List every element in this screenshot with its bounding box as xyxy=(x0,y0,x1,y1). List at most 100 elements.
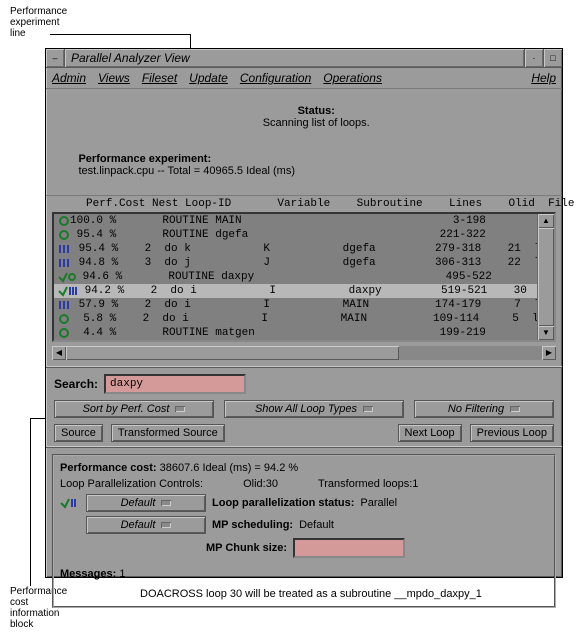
sort-menu[interactable]: Sort by Perf. Cost xyxy=(54,400,214,418)
table-row[interactable]: 95.4 % 2 do k K dgefa 279-318 21 linpack… xyxy=(54,242,537,256)
main-window: – Parallel Analyzer View · □ Admin Views… xyxy=(45,48,563,578)
table-row-text: 5.8 % 2 do i I MAIN 109-114 5 linpackd.f xyxy=(70,312,537,326)
messages-count: 1 xyxy=(119,568,125,580)
check-blue-icon xyxy=(58,284,78,298)
menu-update[interactable]: Update xyxy=(189,71,228,85)
circle-green-icon xyxy=(58,228,70,242)
chunk-label: MP Chunk size: xyxy=(206,542,287,554)
parallel-status-menu[interactable]: Default xyxy=(86,494,206,512)
info-block: Status: Scanning list of loops. Performa… xyxy=(46,89,562,196)
detail-panel: Performance cost: 38607.6 Ideal (ms) = 9… xyxy=(52,454,556,608)
table-row-text: 95.4 % ROUTINE dgefa 221-322 linpackd.f xyxy=(70,228,537,242)
chunk-input[interactable] xyxy=(293,538,405,558)
menu-configuration[interactable]: Configuration xyxy=(240,71,311,85)
parallel-status-label: Loop parallelization status: xyxy=(212,497,354,509)
table-row-text: 94.6 % ROUTINE daxpy 495-522 linpackd.f xyxy=(76,270,537,284)
messages-label: Messages: xyxy=(60,568,116,580)
looptype-menu[interactable]: Show All Loop Types xyxy=(224,400,404,418)
scheduling-menu-label: Default xyxy=(121,519,156,531)
transformed-source-button[interactable]: Transformed Source xyxy=(111,424,225,442)
check-green-icon xyxy=(58,270,76,284)
menu-indicator-icon xyxy=(175,406,185,412)
separator xyxy=(46,366,562,368)
table-row-text: 4.4 % ROUTINE matgen 199-219 linpackd.f xyxy=(70,326,537,340)
sort-menu-label: Sort by Perf. Cost xyxy=(83,403,170,415)
menu-fileset[interactable]: Fileset xyxy=(142,71,177,85)
table-row[interactable]: 94.6 % ROUTINE daxpy 495-522 linpackd.f xyxy=(54,270,537,284)
table-row[interactable]: 57.9 % 2 do i I MAIN 174-179 7 linpackd.… xyxy=(54,298,537,312)
scheduling-label: MP scheduling: xyxy=(212,519,293,531)
menu-indicator-icon xyxy=(363,406,373,412)
table-row-text: 94.2 % 2 do i I daxpy 519-521 30 linpack… xyxy=(78,284,537,298)
loop-table-hscroll[interactable]: ◀ ▶ xyxy=(52,346,556,360)
loop-table-vscroll[interactable]: ▲ ▼ xyxy=(537,214,554,340)
bars-blue-icon xyxy=(58,256,72,270)
table-row[interactable]: 94.2 % 2 do i I daxpy 519-521 30 linpack… xyxy=(54,284,537,298)
hscroll-thumb[interactable] xyxy=(66,346,399,360)
previous-loop-button[interactable]: Previous Loop xyxy=(470,424,554,442)
filter-menu-label: No Filtering xyxy=(448,403,504,415)
source-button[interactable]: Source xyxy=(54,424,103,442)
circle-green-icon xyxy=(58,312,70,326)
menu-operations[interactable]: Operations xyxy=(323,71,382,85)
loop-table-body[interactable]: 100.0 % ROUTINE MAIN 3-198 linpackd.f 95… xyxy=(54,214,537,340)
menu-indicator-icon xyxy=(161,522,171,528)
menubar: Admin Views Fileset Update Configuration… xyxy=(46,68,562,89)
transformed-loops-value: Transformed loops:1 xyxy=(318,478,418,490)
annotation-bottom-leader-v xyxy=(30,418,31,586)
window-menu-button[interactable]: – xyxy=(46,49,65,67)
scroll-left-icon[interactable]: ◀ xyxy=(52,346,66,360)
search-input[interactable]: daxpy xyxy=(104,374,246,394)
scheduling-menu[interactable]: Default xyxy=(86,516,206,534)
nav-row: Source Transformed Source Next Loop Prev… xyxy=(46,422,562,444)
table-row-text: 94.8 % 3 do j J dgefa 306-313 22 linpack… xyxy=(72,256,537,270)
status-value: Scanning list of loops. xyxy=(263,117,370,129)
controls-label: Loop Parallelization Controls: xyxy=(60,478,203,490)
menu-indicator-icon xyxy=(510,406,520,412)
parallel-status-menu-label: Default xyxy=(121,497,156,509)
loop-status-icon xyxy=(60,497,80,509)
window-maximize-button[interactable]: □ xyxy=(543,49,562,67)
perfcost-label: Performance cost: xyxy=(60,462,157,474)
search-row: Search: daxpy xyxy=(46,370,562,398)
experiment-value: test.linpack.cpu -- Total = 40965.5 Idea… xyxy=(78,165,295,177)
loop-table: 100.0 % ROUTINE MAIN 3-198 linpackd.f 95… xyxy=(52,212,556,342)
table-row[interactable]: 4.4 % ROUTINE matgen 199-219 linpackd.f xyxy=(54,326,537,340)
bars-blue-icon xyxy=(58,298,72,312)
looptype-menu-label: Show All Loop Types xyxy=(255,403,357,415)
experiment-label: Performance experiment: xyxy=(78,153,211,165)
scroll-thumb[interactable] xyxy=(538,228,554,326)
table-row-text: 57.9 % 2 do i I MAIN 174-179 7 linpackd.… xyxy=(72,298,537,312)
table-header: Perf.Cost Nest Loop-ID Variable Subrouti… xyxy=(46,196,562,212)
scroll-right-icon[interactable]: ▶ xyxy=(542,346,556,360)
next-loop-button[interactable]: Next Loop xyxy=(398,424,462,442)
titlebar: – Parallel Analyzer View · □ xyxy=(46,49,562,68)
filter-row: Sort by Perf. Cost Show All Loop Types N… xyxy=(46,398,562,420)
table-row[interactable]: 94.8 % 3 do j J dgefa 306-313 22 linpack… xyxy=(54,256,537,270)
search-label: Search: xyxy=(54,377,98,391)
bars-blue-icon xyxy=(58,242,72,256)
menu-help[interactable]: Help xyxy=(531,71,556,85)
table-row-text: 100.0 % ROUTINE MAIN 3-198 linpackd.f xyxy=(70,214,537,228)
message-text: DOACROSS loop 30 will be treated as a su… xyxy=(60,582,548,600)
scroll-up-icon[interactable]: ▲ xyxy=(538,214,554,228)
perfcost-value: 38607.6 Ideal (ms) = 94.2 % xyxy=(160,462,299,474)
scroll-down-icon[interactable]: ▼ xyxy=(538,326,554,340)
status-label: Status: xyxy=(298,105,335,117)
olid-value: Olid:30 xyxy=(243,478,278,490)
filter-menu[interactable]: No Filtering xyxy=(414,400,554,418)
window-minimize-button[interactable]: · xyxy=(524,49,543,67)
table-row-text: 95.4 % 2 do k K dgefa 279-318 21 linpack… xyxy=(72,242,537,256)
menu-indicator-icon xyxy=(161,500,171,506)
parallel-status-value: Parallel xyxy=(360,497,397,509)
table-row[interactable]: 100.0 % ROUTINE MAIN 3-198 linpackd.f xyxy=(54,214,537,228)
table-row[interactable]: 95.4 % ROUTINE dgefa 221-322 linpackd.f xyxy=(54,228,537,242)
table-row[interactable]: 5.8 % 2 do i I MAIN 109-114 5 linpackd.f xyxy=(54,312,537,326)
menu-admin[interactable]: Admin xyxy=(52,71,86,85)
menu-views[interactable]: Views xyxy=(98,71,130,85)
circle-green-icon xyxy=(58,326,70,340)
window-title: Parallel Analyzer View xyxy=(65,49,524,67)
annotation-top-leader xyxy=(50,34,190,35)
separator xyxy=(46,446,562,448)
scheduling-value: Default xyxy=(299,519,334,531)
